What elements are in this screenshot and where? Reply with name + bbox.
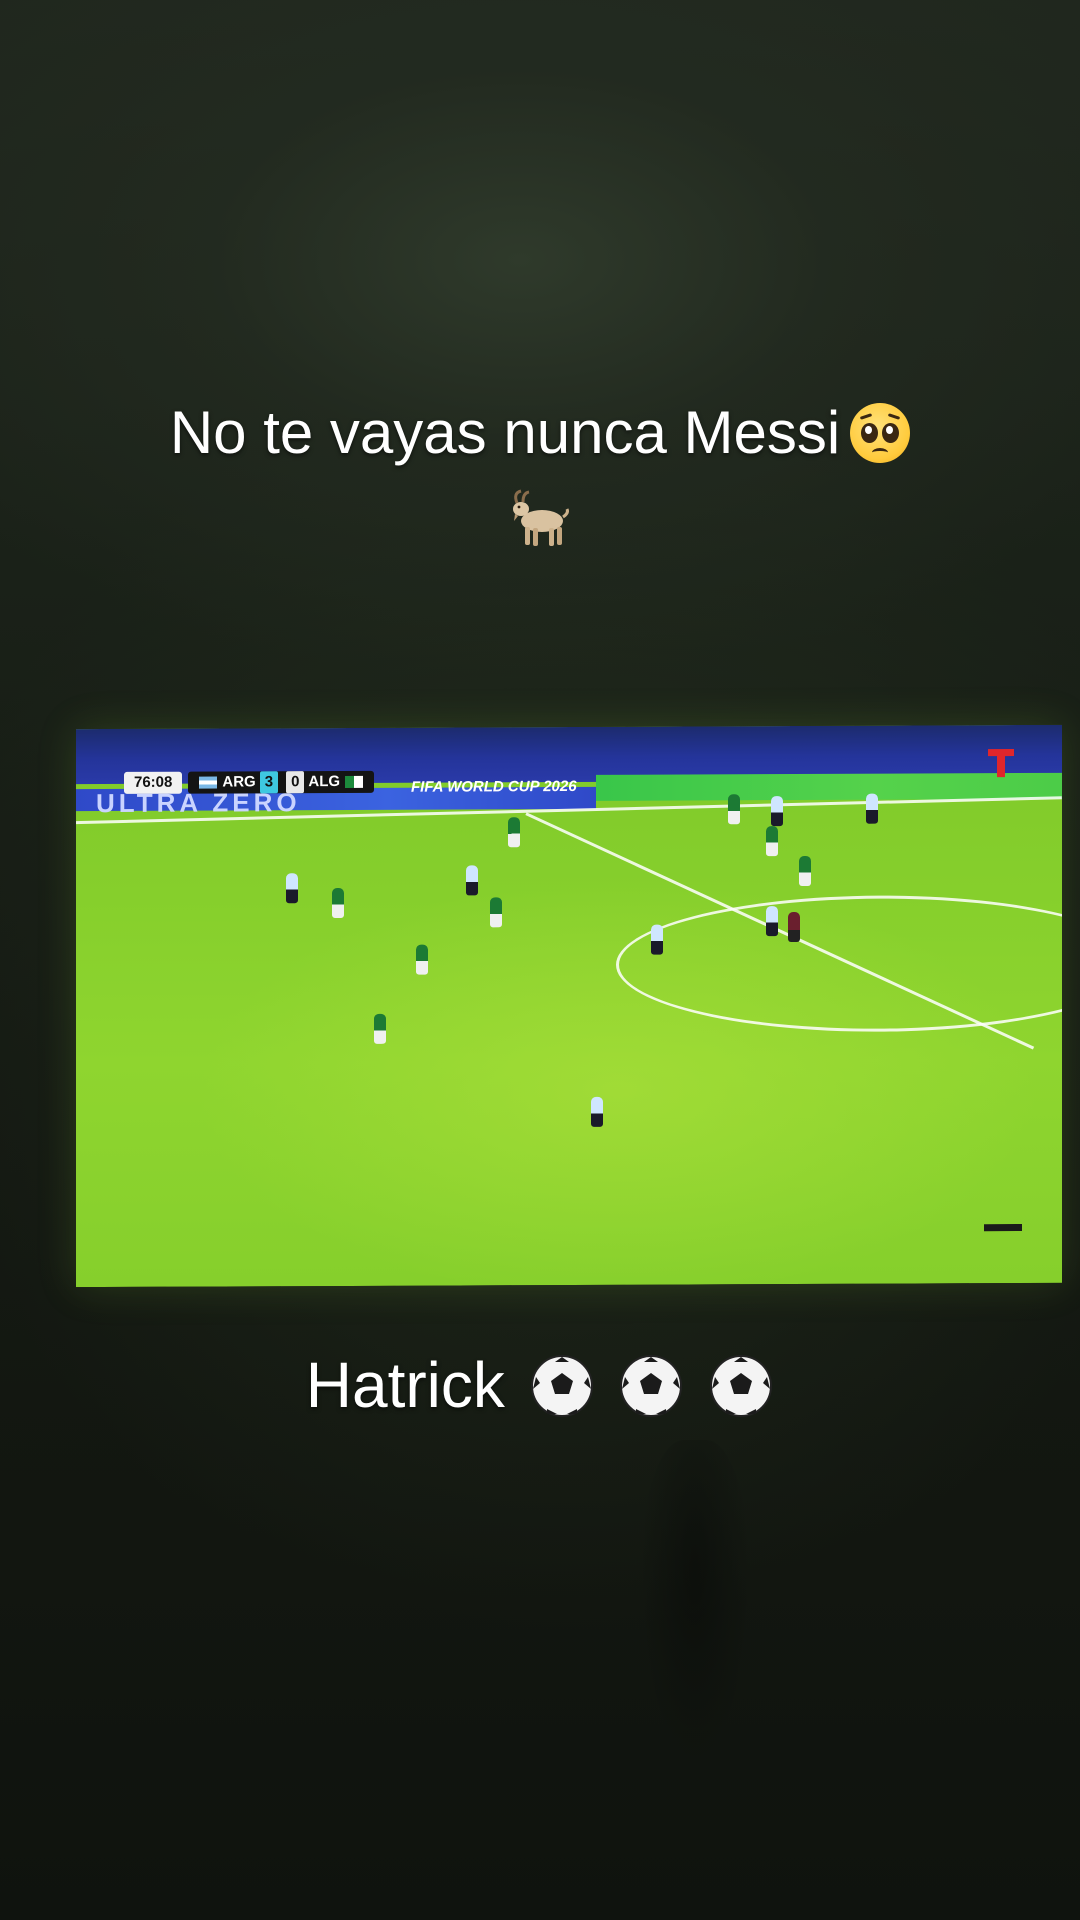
floor-shadow xyxy=(640,1440,750,1770)
player-algeria xyxy=(332,887,344,919)
home-team: ARG xyxy=(222,773,256,791)
home-score: 3 xyxy=(259,771,279,794)
player-argentina xyxy=(866,793,878,824)
soccer-ball-icon xyxy=(710,1355,773,1418)
player-argentina xyxy=(591,1096,603,1127)
player-goalkeeper xyxy=(788,911,800,943)
player-algeria xyxy=(766,826,778,857)
player-algeria xyxy=(416,944,428,975)
player-algeria xyxy=(374,1013,386,1044)
player-algeria xyxy=(728,794,740,825)
goat-icon xyxy=(509,489,571,549)
caption-top: No te vayas nunca Messi xyxy=(0,398,1080,468)
scorebug: 76:08 ARG 3 0 ALG xyxy=(124,770,375,795)
away-team: ALG xyxy=(308,772,341,791)
caption-bottom: Hatrick xyxy=(0,1348,1080,1422)
player-argentina xyxy=(466,865,478,896)
player-argentina xyxy=(766,906,778,937)
argentina-flag-icon xyxy=(199,776,218,789)
away-score: 0 xyxy=(286,771,305,794)
player-algeria xyxy=(508,817,520,848)
match-clock: 76:08 xyxy=(124,771,183,794)
player-argentina xyxy=(286,873,298,904)
screen-mark xyxy=(984,1224,1022,1232)
player-algeria xyxy=(799,855,811,886)
tournament-banner: FIFA WORLD CUP 2026 xyxy=(411,777,577,796)
algeria-flag-icon xyxy=(345,775,364,788)
caption-top-line-2 xyxy=(0,478,1080,549)
player-argentina xyxy=(651,924,663,955)
soccer-ball-icon xyxy=(620,1355,683,1418)
telemundo-logo-icon xyxy=(988,749,1014,778)
player-algeria xyxy=(490,897,502,928)
soccer-ball-icon xyxy=(530,1355,593,1418)
tv-screen: ULTRA ZERO FIFA WORLD CUP 2026 76:08 ARG… xyxy=(76,724,1062,1288)
caption-top-text: No te vayas nunca Messi xyxy=(169,399,841,466)
score-bar: ARG 3 0 ALG xyxy=(188,770,375,794)
caption-bottom-text: Hatrick xyxy=(305,1349,505,1421)
pleading-face-icon xyxy=(850,403,911,464)
player-argentina xyxy=(771,796,783,827)
